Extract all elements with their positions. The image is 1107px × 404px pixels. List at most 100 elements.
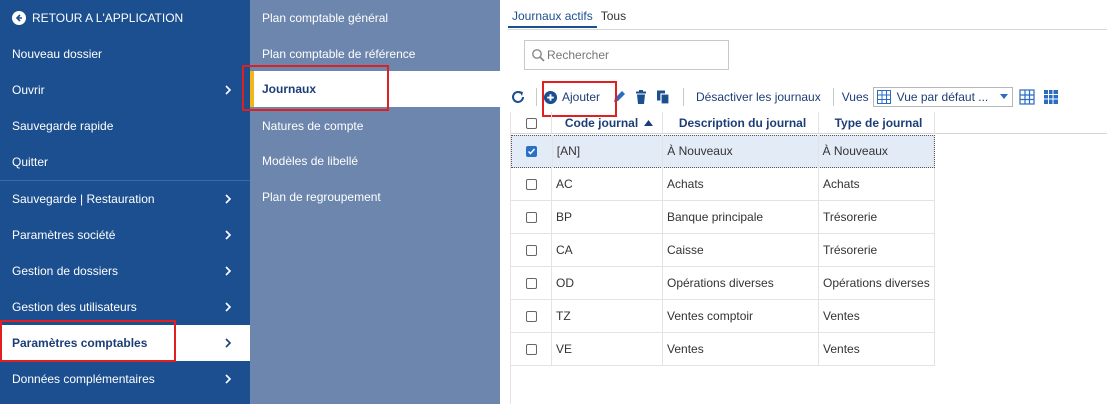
cell-description: Ventes bbox=[663, 332, 819, 366]
row-checkbox[interactable] bbox=[525, 343, 537, 355]
trash-icon bbox=[636, 90, 646, 104]
back-label: RETOUR A L'APPLICATION bbox=[32, 11, 184, 25]
cell-description: Ventes comptoir bbox=[663, 299, 819, 333]
cell-type: À Nouveaux bbox=[819, 135, 934, 168]
back-arrow-icon bbox=[12, 11, 26, 25]
copy-icon bbox=[657, 90, 670, 105]
table-columns-icon bbox=[1019, 89, 1035, 105]
row-checkbox[interactable] bbox=[525, 244, 537, 256]
row-select-cell bbox=[511, 299, 552, 333]
sidebar-item-open[interactable]: Ouvrir bbox=[0, 72, 250, 108]
column-header-label: Code journal bbox=[564, 116, 639, 130]
row-checkbox[interactable] bbox=[526, 146, 538, 158]
column-header-type[interactable]: Type de journal bbox=[819, 112, 935, 134]
sidebar-item-backup-restore[interactable]: Sauvegarde | Restauration bbox=[0, 181, 250, 217]
tab-active-journals[interactable]: Journaux actifs bbox=[508, 4, 597, 28]
subnav-item-general-chart[interactable]: Plan comptable général bbox=[250, 0, 500, 36]
subnav-item-label: Plan comptable de référence bbox=[262, 47, 416, 61]
table-row[interactable]: VE Ventes Ventes bbox=[511, 332, 935, 366]
subnav-item-label: Modèles de libellé bbox=[262, 154, 359, 168]
sidebar-item-quit[interactable]: Quitter bbox=[0, 144, 250, 180]
back-to-application-link[interactable]: RETOUR A L'APPLICATION bbox=[0, 0, 250, 36]
sidebar-item-additional-data[interactable]: Données complémentaires bbox=[0, 361, 250, 397]
sidebar-item-new-folder[interactable]: Nouveau dossier bbox=[0, 36, 250, 72]
cell-code: CA bbox=[552, 233, 663, 267]
chevron-right-icon bbox=[225, 194, 232, 204]
sidebar-item-label: Sauvegarde rapide bbox=[12, 119, 114, 133]
row-checkbox[interactable] bbox=[525, 310, 537, 322]
row-checkbox[interactable] bbox=[525, 277, 537, 289]
delete-button[interactable] bbox=[633, 84, 655, 110]
sidebar-item-label: Gestion des utilisateurs bbox=[12, 300, 137, 314]
table-row[interactable]: TZ Ventes comptoir Ventes bbox=[511, 299, 935, 333]
sidebar-item-label: Données complémentaires bbox=[12, 372, 155, 386]
sidebar-item-label: Paramètres société bbox=[12, 228, 116, 242]
select-all-checkbox[interactable] bbox=[525, 118, 537, 130]
grid-view-icon bbox=[876, 90, 891, 104]
table-row[interactable]: BP Banque principale Trésorerie bbox=[511, 200, 935, 234]
cell-type: Trésorerie bbox=[819, 233, 935, 267]
view-select[interactable]: Vue par défaut ... bbox=[872, 87, 1013, 107]
subnav-item-label: Natures de compte bbox=[262, 119, 364, 133]
column-header-description[interactable]: Description du journal bbox=[663, 112, 819, 134]
row-select-cell bbox=[512, 135, 553, 168]
column-header-code[interactable]: Code journal bbox=[552, 112, 663, 134]
row-select-cell bbox=[511, 200, 552, 234]
column-settings-button[interactable] bbox=[1019, 84, 1043, 110]
sidebar-item-label: Nouveau dossier bbox=[12, 47, 103, 61]
row-select-cell bbox=[511, 266, 552, 300]
chevron-right-icon bbox=[225, 85, 232, 95]
select-all-cell bbox=[511, 112, 552, 134]
dropdown-arrow-icon bbox=[999, 94, 1008, 99]
subnav-item-account-types[interactable]: Natures de compte bbox=[250, 108, 500, 144]
table-layout-button[interactable] bbox=[1043, 84, 1067, 110]
table-row[interactable]: [AN] À Nouveaux À Nouveaux bbox=[511, 135, 935, 168]
journals-table: Code journal Description du journal Type… bbox=[510, 112, 1107, 404]
checkmark-icon bbox=[528, 148, 536, 155]
row-select-cell bbox=[511, 233, 552, 267]
sidebar-item-folder-management[interactable]: Gestion de dossiers bbox=[0, 253, 250, 289]
subnav-item-grouping-plan[interactable]: Plan de regroupement bbox=[250, 179, 500, 215]
subnav-item-label: Plan de regroupement bbox=[262, 190, 381, 204]
search-input[interactable] bbox=[547, 48, 717, 62]
sidebar-item-label: Gestion de dossiers bbox=[12, 264, 119, 278]
views-label: Vues bbox=[841, 90, 869, 104]
highlight-box bbox=[0, 320, 176, 362]
row-checkbox[interactable] bbox=[525, 211, 537, 223]
row-select-cell bbox=[511, 167, 552, 201]
duplicate-button[interactable] bbox=[655, 84, 677, 110]
search-box bbox=[524, 40, 729, 70]
table-row[interactable]: CA Caisse Trésorerie bbox=[511, 233, 935, 267]
search-icon bbox=[532, 49, 545, 62]
table-header: Code journal Description du journal Type… bbox=[511, 112, 1107, 134]
table-row[interactable]: OD Opérations diverses Opérations divers… bbox=[511, 266, 935, 300]
cell-description: Caisse bbox=[663, 233, 819, 267]
cell-code: AC bbox=[552, 167, 663, 201]
sidebar-item-quick-save[interactable]: Sauvegarde rapide bbox=[0, 108, 250, 144]
tab-all[interactable]: Tous bbox=[597, 4, 630, 28]
table-row[interactable]: AC Achats Achats bbox=[511, 167, 935, 201]
sidebar-item-company-settings[interactable]: Paramètres société bbox=[0, 217, 250, 253]
sidebar-item-label: Quitter bbox=[12, 155, 49, 169]
cell-type: Ventes bbox=[819, 332, 935, 366]
deactivate-journals-button[interactable]: Désactiver les journaux bbox=[696, 84, 821, 110]
cell-description: À Nouveaux bbox=[663, 135, 819, 168]
row-checkbox[interactable] bbox=[525, 178, 537, 190]
table-grid-icon bbox=[1043, 90, 1058, 104]
subnav-item-label-templates[interactable]: Modèles de libellé bbox=[250, 143, 500, 179]
cell-type: Ventes bbox=[819, 299, 935, 333]
chevron-right-icon bbox=[225, 374, 232, 384]
refresh-button[interactable] bbox=[510, 84, 534, 110]
toolbar-divider bbox=[832, 88, 834, 106]
cell-code: OD bbox=[552, 266, 663, 300]
cell-type: Trésorerie bbox=[819, 200, 935, 234]
cell-description: Banque principale bbox=[663, 200, 819, 234]
sub-sidebar: Plan comptable général Plan comptable de… bbox=[242, 0, 500, 404]
chevron-right-icon bbox=[225, 338, 232, 348]
cell-code: BP bbox=[552, 200, 663, 234]
cell-code: [AN] bbox=[553, 135, 664, 168]
cell-type: Achats bbox=[819, 167, 935, 201]
sort-ascending-icon bbox=[644, 119, 654, 126]
highlight-box bbox=[242, 65, 389, 111]
chevron-right-icon bbox=[225, 266, 232, 276]
